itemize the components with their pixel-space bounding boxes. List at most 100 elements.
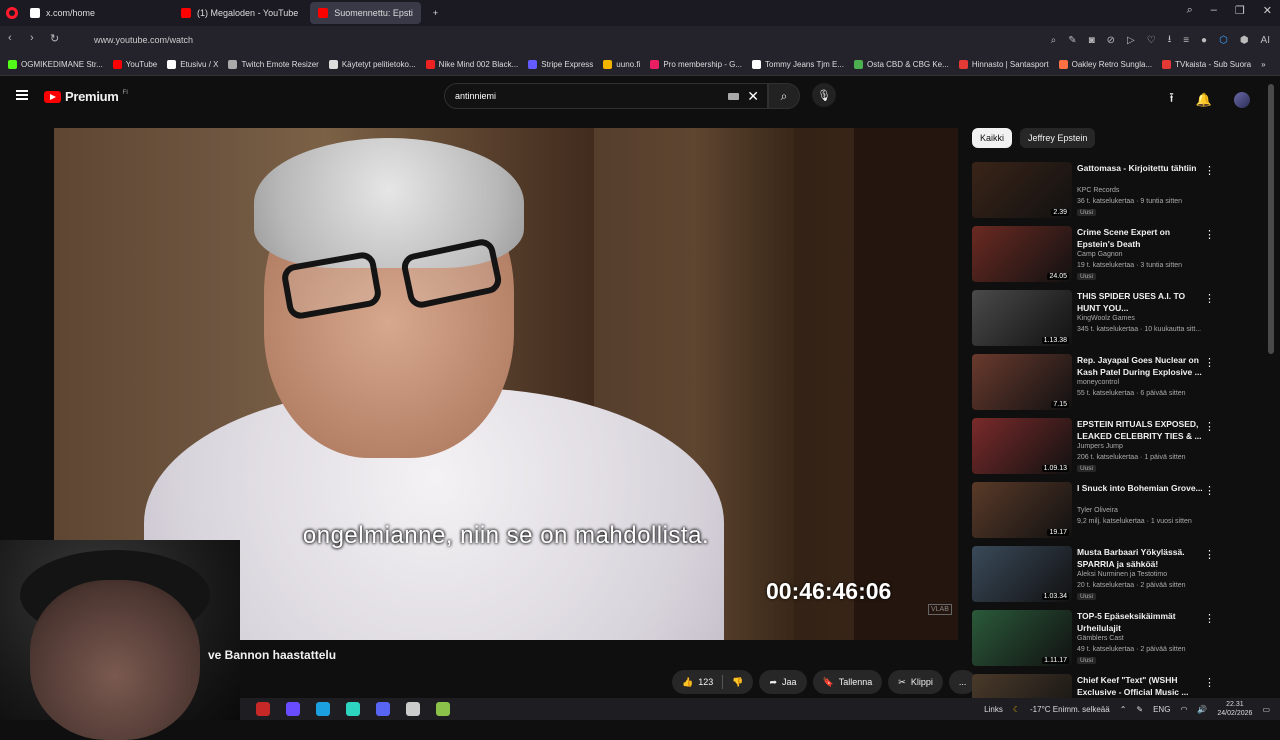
notifications-icon[interactable]: ▭ bbox=[1262, 705, 1270, 714]
profile-icon[interactable]: ● bbox=[1201, 35, 1207, 46]
recommended-video[interactable]: 7.15 Rep. Jayapal Goes Nuclear on Kash Pa… bbox=[972, 354, 1272, 412]
recommended-video[interactable]: 1.09.13 EPSTEIN RITUALS EXPOSED, LEAKED C… bbox=[972, 418, 1272, 476]
taskbar-app-icon[interactable] bbox=[286, 702, 300, 716]
maximize-icon[interactable]: ❐ bbox=[1235, 4, 1245, 17]
edit-icon[interactable]: ✎ bbox=[1068, 35, 1076, 46]
bookmarks-overflow-icon[interactable]: » bbox=[1261, 60, 1265, 69]
upload-icon[interactable]: ⭱ bbox=[1169, 89, 1174, 111]
more-options-icon[interactable]: ⋮ bbox=[1204, 420, 1215, 433]
minimize-icon[interactable]: – bbox=[1211, 4, 1217, 17]
opera-logo-icon[interactable] bbox=[6, 7, 18, 19]
notifications-bell-icon[interactable]: 🔔 bbox=[1196, 92, 1212, 108]
recommended-video[interactable]: 2.39 Gattomasa - Kirjoitettu tähtiin KPC R… bbox=[972, 162, 1272, 220]
recommended-video[interactable]: 1.11.17 TOP-5 Epäseksikäimmät Urheilulaji… bbox=[972, 610, 1272, 668]
search-tabs-icon[interactable]: ⌕ bbox=[1187, 4, 1193, 17]
thumbs-down-icon[interactable]: 👎 bbox=[732, 677, 743, 688]
video-title[interactable]: I Snuck into Bohemian Grove... bbox=[1077, 482, 1207, 494]
close-icon[interactable]: ✕ bbox=[1263, 4, 1272, 17]
bookmark-item[interactable]: Tommy Jeans Tjm E... bbox=[752, 60, 844, 69]
channel-name[interactable]: Aleksi Nurminen ja Testotimo bbox=[1077, 571, 1167, 578]
video-thumbnail[interactable]: 1.13.38 bbox=[972, 290, 1072, 346]
video-title[interactable]: Musta Barbaari Yökylässä. SPARRIA ja säh… bbox=[1077, 546, 1207, 570]
clip-button[interactable]: ✂ Klippi bbox=[888, 670, 943, 694]
keyboard-icon[interactable] bbox=[728, 93, 739, 100]
taskbar-app-icon[interactable] bbox=[316, 702, 330, 716]
weather-text[interactable]: -17°C Enimm. selkeää bbox=[1030, 705, 1110, 714]
search-input[interactable]: antinniemi ✕ bbox=[444, 83, 768, 109]
tab-megaloden[interactable]: (1) Megaloden - YouTube bbox=[173, 2, 306, 24]
wallet-icon[interactable]: ⬢ bbox=[1240, 35, 1249, 46]
youtube-logo[interactable]: Premium FI bbox=[44, 89, 128, 104]
channel-name[interactable]: Camp Gagnon bbox=[1077, 251, 1123, 258]
more-options-icon[interactable]: ⋮ bbox=[1204, 356, 1215, 369]
bookmark-item[interactable]: Oakley Retro Sungla... bbox=[1058, 60, 1152, 69]
extension-icon[interactable]: ⬡ bbox=[1219, 35, 1228, 46]
bookmark-item[interactable]: Twitch Emote Resizer bbox=[228, 60, 319, 69]
save-button[interactable]: 🔖 Tallenna bbox=[812, 670, 883, 694]
video-title[interactable]: Rep. Jayapal Goes Nuclear on Kash Patel … bbox=[1077, 354, 1207, 378]
url-field[interactable]: www.youtube.com/watch bbox=[70, 30, 990, 50]
bookmark-item[interactable]: OGMIKEDIMANE Str... bbox=[8, 60, 103, 69]
adblock-icon[interactable]: ⊘ bbox=[1107, 35, 1115, 46]
more-options-icon[interactable]: ⋮ bbox=[1204, 228, 1215, 241]
chip-all[interactable]: Kaikki bbox=[972, 128, 1013, 148]
clock[interactable]: 22.31 24/02/2026 bbox=[1217, 700, 1252, 718]
download-icon[interactable]: ⭳ bbox=[1168, 32, 1172, 49]
pen-icon[interactable]: ✎ bbox=[1136, 705, 1143, 714]
bookmark-item[interactable]: Pro membership - G... bbox=[650, 60, 742, 69]
more-options-icon[interactable]: ⋮ bbox=[1204, 164, 1215, 177]
tab-x-home[interactable]: x.com/home bbox=[22, 2, 103, 24]
bookmark-item[interactable]: Osta CBD & CBG Ke... bbox=[854, 60, 949, 69]
speaker-icon[interactable]: 🔊 bbox=[1197, 705, 1207, 714]
links-toolbar[interactable]: Links bbox=[984, 705, 1003, 714]
bookmark-item[interactable]: Käytetyt pelitietoko... bbox=[328, 60, 416, 69]
chevron-up-icon[interactable]: ⌃ bbox=[1120, 705, 1127, 714]
share-button[interactable]: ➦ Jaa bbox=[759, 670, 807, 694]
video-thumbnail[interactable]: 19.17 bbox=[972, 482, 1072, 538]
heart-icon[interactable]: ♡ bbox=[1147, 35, 1156, 46]
tab-current-video[interactable]: Suomennettu: Epsti bbox=[310, 2, 421, 24]
language-indicator[interactable]: ENG bbox=[1153, 705, 1170, 714]
menu-icon[interactable] bbox=[16, 90, 28, 100]
search-button[interactable]: ⌕ bbox=[768, 83, 800, 109]
video-thumbnail[interactable]: 2.39 bbox=[972, 162, 1072, 218]
video-thumbnail[interactable]: 1.03.34 bbox=[972, 546, 1072, 602]
recommended-video[interactable]: 1.03.34 Musta Barbaari Yökylässä. SPARRIA… bbox=[972, 546, 1272, 604]
bookmark-item[interactable]: TVkaista - Sub Suora bbox=[1162, 60, 1251, 69]
menu-icon[interactable]: ≡ bbox=[1183, 35, 1189, 46]
taskbar-app-icon[interactable] bbox=[346, 702, 360, 716]
play-icon[interactable]: ▷ bbox=[1127, 35, 1135, 46]
channel-name[interactable]: Jumpers Jump bbox=[1077, 443, 1123, 450]
more-options-icon[interactable]: ⋮ bbox=[1204, 292, 1215, 305]
more-options-icon[interactable]: ⋮ bbox=[1204, 548, 1215, 561]
bookmark-item[interactable]: Hinnasto | Santasport bbox=[958, 60, 1049, 69]
bookmark-item[interactable]: Etusivu / X bbox=[167, 60, 218, 69]
more-options-icon[interactable]: ⋮ bbox=[1204, 676, 1215, 689]
forward-icon[interactable]: › bbox=[30, 32, 34, 44]
avatar[interactable] bbox=[1234, 92, 1250, 108]
taskbar-app-icon[interactable] bbox=[436, 702, 450, 716]
voice-search-button[interactable]: 🎙 bbox=[812, 83, 836, 107]
bookmark-item[interactable]: Nike Mind 002 Black... bbox=[425, 60, 518, 69]
channel-name[interactable]: KingWoolz Games bbox=[1077, 315, 1135, 322]
video-thumbnail[interactable]: 1.11.17 bbox=[972, 610, 1072, 666]
channel-name[interactable]: Gämblers Cast bbox=[1077, 635, 1124, 642]
more-options-icon[interactable]: ⋮ bbox=[1204, 612, 1215, 625]
channel-name[interactable]: moneycontrol bbox=[1077, 379, 1119, 386]
wifi-icon[interactable]: ◠ bbox=[1180, 705, 1187, 714]
chip-jeffrey-epstein[interactable]: Jeffrey Epstein bbox=[1020, 128, 1096, 148]
recommended-video[interactable]: 19.17 I Snuck into Bohemian Grove... Tyler… bbox=[972, 482, 1272, 540]
video-title[interactable]: Crime Scene Expert on Epstein's Death bbox=[1077, 226, 1207, 250]
video-title[interactable]: Gattomasa - Kirjoitettu tähtiin bbox=[1077, 162, 1207, 174]
new-tab-button[interactable]: + bbox=[425, 2, 446, 24]
bookmark-item[interactable]: YouTube bbox=[112, 60, 157, 69]
channel-name[interactable]: Tyler Oliveira bbox=[1077, 507, 1118, 514]
scrollbar[interactable] bbox=[1268, 84, 1274, 354]
more-options-icon[interactable]: ⋮ bbox=[1204, 484, 1215, 497]
back-icon[interactable]: ‹ bbox=[8, 32, 12, 44]
video-thumbnail[interactable]: 7.15 bbox=[972, 354, 1072, 410]
ai-button[interactable]: AI bbox=[1261, 35, 1270, 46]
like-button[interactable]: 👍 123 👎 bbox=[672, 670, 754, 694]
bookmark-item[interactable]: uuno.fi bbox=[603, 60, 640, 69]
video-title[interactable]: TOP-5 Epäseksikäimmät Urheilulajit bbox=[1077, 610, 1207, 634]
